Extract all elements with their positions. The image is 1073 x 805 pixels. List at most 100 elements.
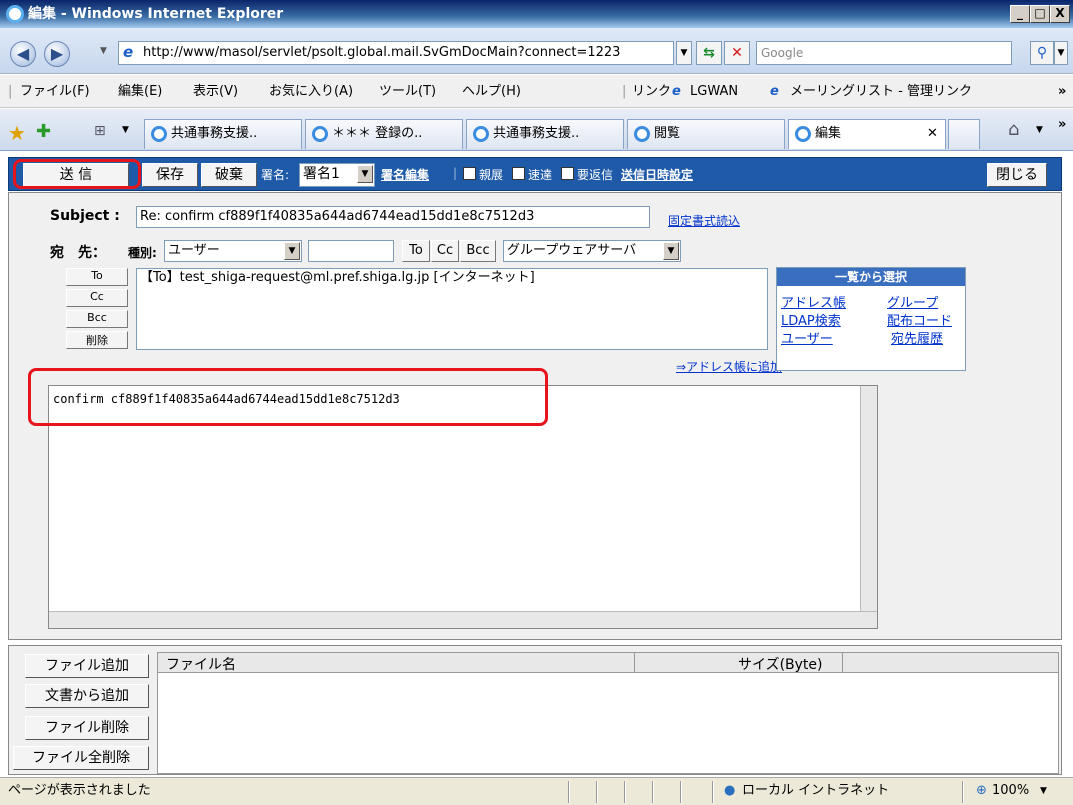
add-favorite-icon[interactable]: ✚ (36, 121, 51, 142)
minimize-button[interactable]: _ (1010, 5, 1030, 23)
attachment-list[interactable]: ファイル名 サイズ(Byte) (157, 652, 1059, 774)
menu-favorites[interactable]: お気に入り(A) (269, 75, 353, 108)
bcc-button[interactable]: Bcc (460, 240, 496, 262)
confidential-label: 親展 (479, 168, 504, 182)
menu-edit[interactable]: 編集(E) (118, 75, 162, 108)
stop-icon[interactable]: ✕ (724, 41, 750, 65)
cc-button[interactable]: Cc (431, 240, 459, 262)
url-dropdown-icon[interactable]: ▼ (676, 41, 692, 65)
signature-edit-link[interactable]: 署名編集 (381, 166, 429, 183)
save-button[interactable]: 保存 (142, 163, 198, 187)
express-label: 速達 (528, 168, 553, 182)
fixed-format-link[interactable]: 固定書式読込 (668, 212, 740, 229)
url-text: http://www/masol/servlet/psolt.global.ma… (143, 45, 621, 60)
vertical-scrollbar[interactable] (860, 386, 877, 612)
new-tab-button[interactable] (948, 119, 980, 149)
back-button[interactable]: ◀ (10, 41, 36, 67)
ldap-search-link[interactable]: LDAP検索 (781, 310, 841, 329)
address-book-link[interactable]: アドレス帳 (781, 292, 846, 311)
favorites-star-icon[interactable]: ★ (8, 121, 26, 145)
tab-common-2[interactable]: 共通事務支援.. (466, 119, 624, 149)
search-options-icon[interactable]: ▼ (1054, 41, 1068, 65)
recipient-item[interactable]: 【To】test_shiga-request@ml.pref.shiga.lg.… (140, 270, 535, 285)
home-options-icon[interactable]: ▼ (1036, 125, 1043, 135)
address-bar: ◀ ▶ ▼ e http://www/masol/servlet/psolt.g… (0, 28, 1073, 74)
status-text: ページが表示されました (8, 783, 151, 798)
forward-button[interactable]: ▶ (44, 41, 70, 67)
recent-pages-icon[interactable]: ▼ (100, 46, 107, 56)
quick-tabs-icon[interactable]: ⊞ (94, 123, 106, 139)
address-input[interactable] (308, 240, 394, 262)
attachment-header: ファイル名 サイズ(Byte) (158, 653, 1058, 673)
tab-registration[interactable]: ＊＊＊ 登録の.. (305, 119, 463, 149)
link-icon: e (770, 84, 779, 99)
ie-icon (795, 126, 811, 142)
menu-file[interactable]: ファイル(F) (20, 75, 90, 108)
discard-button[interactable]: 破棄 (201, 163, 257, 187)
close-tab-icon[interactable]: ✕ (927, 120, 938, 148)
user-link[interactable]: ユーザー (781, 328, 833, 347)
select-panel-title: 一覧から選択 (777, 268, 965, 286)
menu-help[interactable]: ヘルプ(H) (462, 75, 521, 108)
search-input[interactable]: Google (756, 41, 1012, 65)
kind-select[interactable]: ユーザー ▼ (164, 240, 302, 262)
delete-all-files-button[interactable]: ファイル全削除 (13, 746, 149, 770)
group-link[interactable]: グループ (887, 292, 938, 311)
more-commands-icon[interactable]: » (1058, 117, 1066, 132)
home-icon[interactable]: ⌂ (1008, 119, 1019, 140)
menu-tools[interactable]: ツール(T) (379, 75, 436, 108)
side-delete-button[interactable]: 削除 (66, 331, 128, 349)
page-icon: e (123, 43, 134, 61)
status-bar: ページが表示されました ● ローカル イントラネット ⊕ 100% ▼ (0, 777, 1073, 805)
express-checkbox[interactable] (512, 167, 525, 180)
link-lgwan[interactable]: LGWAN (690, 75, 738, 108)
zoom-level[interactable]: 100% (992, 778, 1029, 804)
to-button[interactable]: To (402, 240, 430, 262)
tab-list-icon[interactable]: ▼ (122, 125, 129, 135)
add-file-button[interactable]: ファイル追加 (25, 654, 149, 678)
ie-icon (634, 126, 650, 142)
ie-icon (6, 5, 24, 23)
link-mailinglist[interactable]: メーリングリスト - 管理リンク (790, 75, 972, 108)
horizontal-scrollbar[interactable] (49, 611, 877, 628)
side-to-button[interactable]: To (66, 268, 128, 286)
subject-label: Subject : (50, 208, 120, 224)
tab-bar: ★ ✚ ⊞ ▼ 共通事務支援.. ＊＊＊ 登録の.. 共通事務支援.. 閲覧 編… (0, 109, 1073, 151)
side-cc-button[interactable]: Cc (66, 289, 128, 307)
close-window-button[interactable]: X (1050, 5, 1070, 23)
tab-edit[interactable]: 編集 ✕ (788, 119, 946, 149)
ie-icon (151, 126, 167, 142)
zoom-options-icon[interactable]: ▼ (1040, 778, 1047, 804)
link-icon: e (672, 84, 681, 99)
more-links-icon[interactable]: » (1058, 75, 1066, 108)
maximize-button[interactable]: □ (1030, 5, 1050, 23)
chevron-down-icon: ▼ (357, 165, 373, 183)
confidential-checkbox[interactable] (463, 167, 476, 180)
refresh-icon[interactable]: ⇆ (696, 41, 722, 65)
recipient-history-link[interactable]: 宛先履歴 (891, 328, 943, 347)
distribution-code-link[interactable]: 配布コード (887, 310, 952, 329)
delete-file-button[interactable]: ファイル削除 (25, 716, 149, 740)
subject-input[interactable]: Re: confirm cf889f1f40835a644ad6744ead15… (136, 206, 650, 228)
url-input[interactable]: e http://www/masol/servlet/psolt.global.… (118, 41, 674, 65)
menu-bar: | ファイル(F) 編集(E) 表示(V) お気に入り(A) ツール(T) ヘル… (0, 75, 1073, 108)
search-icon[interactable]: ⚲ (1030, 41, 1054, 65)
close-button[interactable]: 閉じる (987, 163, 1047, 187)
add-to-address-link[interactable]: ⇒アドレス帳に追加 (676, 358, 782, 375)
menu-view[interactable]: 表示(V) (193, 75, 238, 108)
tab-common-1[interactable]: 共通事務支援.. (144, 119, 302, 149)
kind-label: 種別: (128, 246, 157, 260)
signature-select[interactable]: 署名1 ▼ (299, 163, 375, 187)
side-bcc-button[interactable]: Bcc (66, 310, 128, 328)
schedule-send-link[interactable]: 送信日時設定 (621, 166, 693, 183)
add-from-document-button[interactable]: 文書から追加 (25, 684, 149, 708)
zone-text: ローカル イントラネット (742, 783, 890, 798)
server-select[interactable]: グループウェアサーバ ▼ (503, 240, 681, 262)
reply-required-checkbox[interactable] (561, 167, 574, 180)
ie-icon (473, 126, 489, 142)
recipient-list[interactable]: 【To】test_shiga-request@ml.pref.shiga.lg.… (136, 268, 768, 350)
recipient-label: 宛 先： (50, 245, 106, 261)
tab-view[interactable]: 閲覧 (627, 119, 785, 149)
chevron-down-icon: ▼ (663, 242, 679, 260)
attachment-area: ファイル追加 文書から追加 ファイル削除 ファイル全削除 ファイル名 サイズ(B… (8, 645, 1062, 775)
